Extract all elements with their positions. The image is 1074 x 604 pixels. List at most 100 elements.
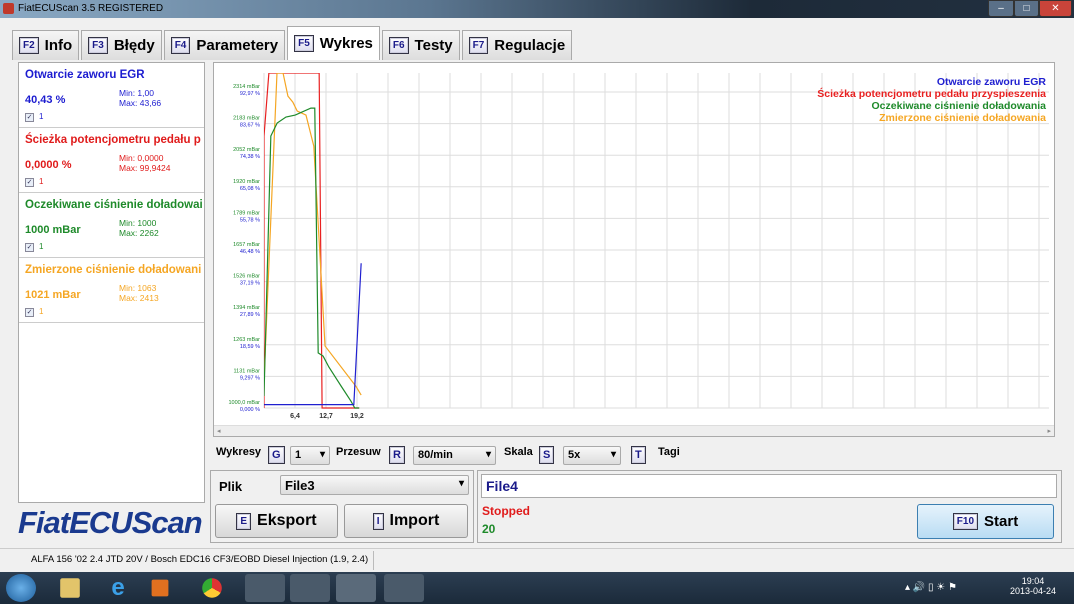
status-bar: ALFA 156 '02 2.4 JTD 20V / Bosch EDC16 C… [0, 548, 1074, 570]
key-badge: F4 [170, 37, 191, 54]
y-tick-pct: 83,67 % [240, 123, 260, 129]
tagi-hotkey[interactable]: T [631, 446, 646, 464]
y-tick-pct: 27,89 % [240, 312, 260, 318]
clock[interactable]: 19:04 2013-04-24 [1008, 576, 1058, 596]
tab-bledy[interactable]: F3 Błędy [81, 30, 162, 60]
app-logo: FiatECUScan [18, 505, 203, 540]
tab-label: Info [44, 37, 73, 54]
param-max: Max: 43,66 [119, 98, 162, 108]
param-value: 1000 mBar [25, 224, 81, 236]
y-tick-pct: 9,297 % [240, 375, 260, 381]
param-min: Min: 1,00 [119, 88, 154, 98]
y-tick-pct: 37,19 % [240, 281, 260, 287]
import-button[interactable]: I Import [344, 504, 468, 538]
y-tick-mbar: 1789 mBar [233, 210, 260, 216]
checkbox-label: 1 [39, 112, 44, 121]
y-tick-mbar: 1131 mBar [234, 368, 261, 374]
plik-select[interactable]: File3 [280, 475, 469, 495]
y-tick-mbar: 1526 mBar [233, 274, 260, 280]
window-title: FiatECUScan 3.5 REGISTERED [18, 3, 164, 14]
start-orb-icon[interactable] [6, 574, 36, 602]
app-icon [3, 3, 14, 14]
y-tick-pct: 18,59 % [240, 344, 260, 350]
y-tick-mbar: 2183 mBar [233, 116, 260, 122]
paint-icon[interactable] [384, 574, 424, 602]
tab-label: Parametery [196, 37, 279, 54]
recording-status: Stopped [482, 504, 530, 518]
checkbox-label: 1 [39, 307, 44, 316]
maximize-button[interactable]: □ [1014, 0, 1039, 17]
recording-count: 20 [482, 522, 496, 536]
przesuw-label: Przesuw [336, 446, 381, 458]
param-min: Min: 1063 [119, 283, 157, 293]
param-name: Zmierzone ciśnienie doładowani [25, 264, 202, 276]
param-value: 40,43 % [25, 94, 66, 106]
settings-app-icon[interactable] [290, 574, 330, 602]
key-badge: F2 [19, 37, 39, 54]
y-tick-pct: 65,08 % [240, 186, 260, 192]
fiatecuscan-taskbar-icon[interactable] [336, 574, 376, 602]
param-value: 1021 mBar [25, 289, 81, 301]
key-badge: F10 [952, 513, 979, 530]
start-button[interactable]: F10 Start [917, 504, 1054, 539]
y-tick-pct: 74,38 % [240, 154, 260, 160]
y-tick-mbar: 1394 mBar [233, 305, 260, 311]
legend-expected-boost: Oczekiwane ciśnienie doładowania [871, 100, 1046, 112]
tab-label: Wykres [319, 35, 373, 52]
x-tick-label: 19,2 [350, 413, 364, 420]
y-tick-mbar: 1657 mBar [233, 242, 260, 248]
key-badge: F6 [388, 37, 409, 54]
series-line-2 [264, 107, 360, 409]
minimize-button[interactable]: – [988, 0, 1014, 17]
close-button[interactable]: ✕ [1039, 0, 1072, 17]
skala-hotkey[interactable]: S [539, 446, 555, 464]
vehicle-info: ALFA 156 '02 2.4 JTD 20V / Bosch EDC16 C… [26, 551, 375, 570]
clock-date: 2013-04-24 [1009, 586, 1057, 596]
y-tick-mbar: 1000,0 mBar [229, 400, 261, 406]
tab-testy[interactable]: F6 Testy [381, 30, 460, 60]
chrome-icon[interactable] [202, 578, 222, 598]
parameter-item[interactable]: Oczekiwane ciśnienie doładowai 1000 mBar… [19, 193, 204, 258]
y-tick-mbar: 2314 mBar [233, 84, 260, 90]
param-checkbox[interactable]: ✓ [25, 178, 34, 187]
param-min: Min: 0,0000 [119, 153, 164, 163]
explorer-icon[interactable] [60, 578, 80, 598]
media-player-icon[interactable] [151, 579, 169, 597]
param-max: Max: 2413 [119, 293, 159, 303]
skala-select[interactable]: 5x [563, 446, 621, 465]
export-button[interactable]: E Eksport [215, 504, 338, 538]
y-tick-pct: 92,97 % [240, 91, 260, 97]
recording-filename-input[interactable]: File4 [481, 474, 1057, 498]
checkbox-label: 1 [39, 177, 44, 186]
tray-icons[interactable]: ▴ 🔊 ▯ ☀ ⚑ [905, 582, 957, 593]
ie-icon[interactable]: e [104, 574, 132, 602]
param-name: Oczekiwane ciśnienie doładowai [25, 199, 203, 211]
y-tick-pct: 0,000 % [240, 407, 260, 413]
firefox-icon[interactable] [245, 574, 285, 602]
param-checkbox[interactable]: ✓ [25, 308, 34, 317]
tab-info[interactable]: F2 Info [12, 30, 80, 60]
parameter-item[interactable]: Zmierzone ciśnienie doładowani 1021 mBar… [19, 258, 204, 323]
wykresy-select[interactable]: 1 [290, 446, 330, 465]
tab-parametery[interactable]: F4 Parametery [163, 30, 286, 60]
y-tick-pct: 55,78 % [240, 217, 260, 223]
param-min: Min: 1000 [119, 218, 157, 228]
tagi-label: Tagi [658, 446, 680, 458]
parameter-item[interactable]: Otwarcie zaworu EGR 40,43 % Min: 1,00 Max… [19, 63, 204, 128]
przesuw-select[interactable]: 80/min [413, 446, 496, 465]
param-checkbox[interactable]: ✓ [25, 113, 34, 122]
param-name: Ścieżka potencjometru pedału p [25, 134, 201, 146]
parameter-item[interactable]: Ścieżka potencjometru pedału p 0,0000 % … [19, 128, 204, 193]
tab-regulacje[interactable]: F7 Regulacje [461, 30, 573, 60]
legend-measured-boost: Zmierzone ciśnienie doładowania [879, 112, 1046, 124]
plik-label: Plik [219, 479, 243, 494]
series-line-3 [264, 73, 362, 396]
wykresy-hotkey[interactable]: G [268, 446, 285, 464]
przesuw-hotkey[interactable]: R [389, 446, 405, 464]
y-tick-pct: 46,48 % [240, 249, 260, 255]
tab-bar: F2 Info F3 Błędy F4 Parametery F5 Wykres F6 T… [12, 26, 574, 60]
tab-wykres[interactable]: F5 Wykres [287, 26, 380, 60]
y-tick-mbar: 2052 mBar [233, 147, 260, 153]
horizontal-scrollbar[interactable]: ◂ ▸ [214, 425, 1054, 436]
param-checkbox[interactable]: ✓ [25, 243, 34, 252]
